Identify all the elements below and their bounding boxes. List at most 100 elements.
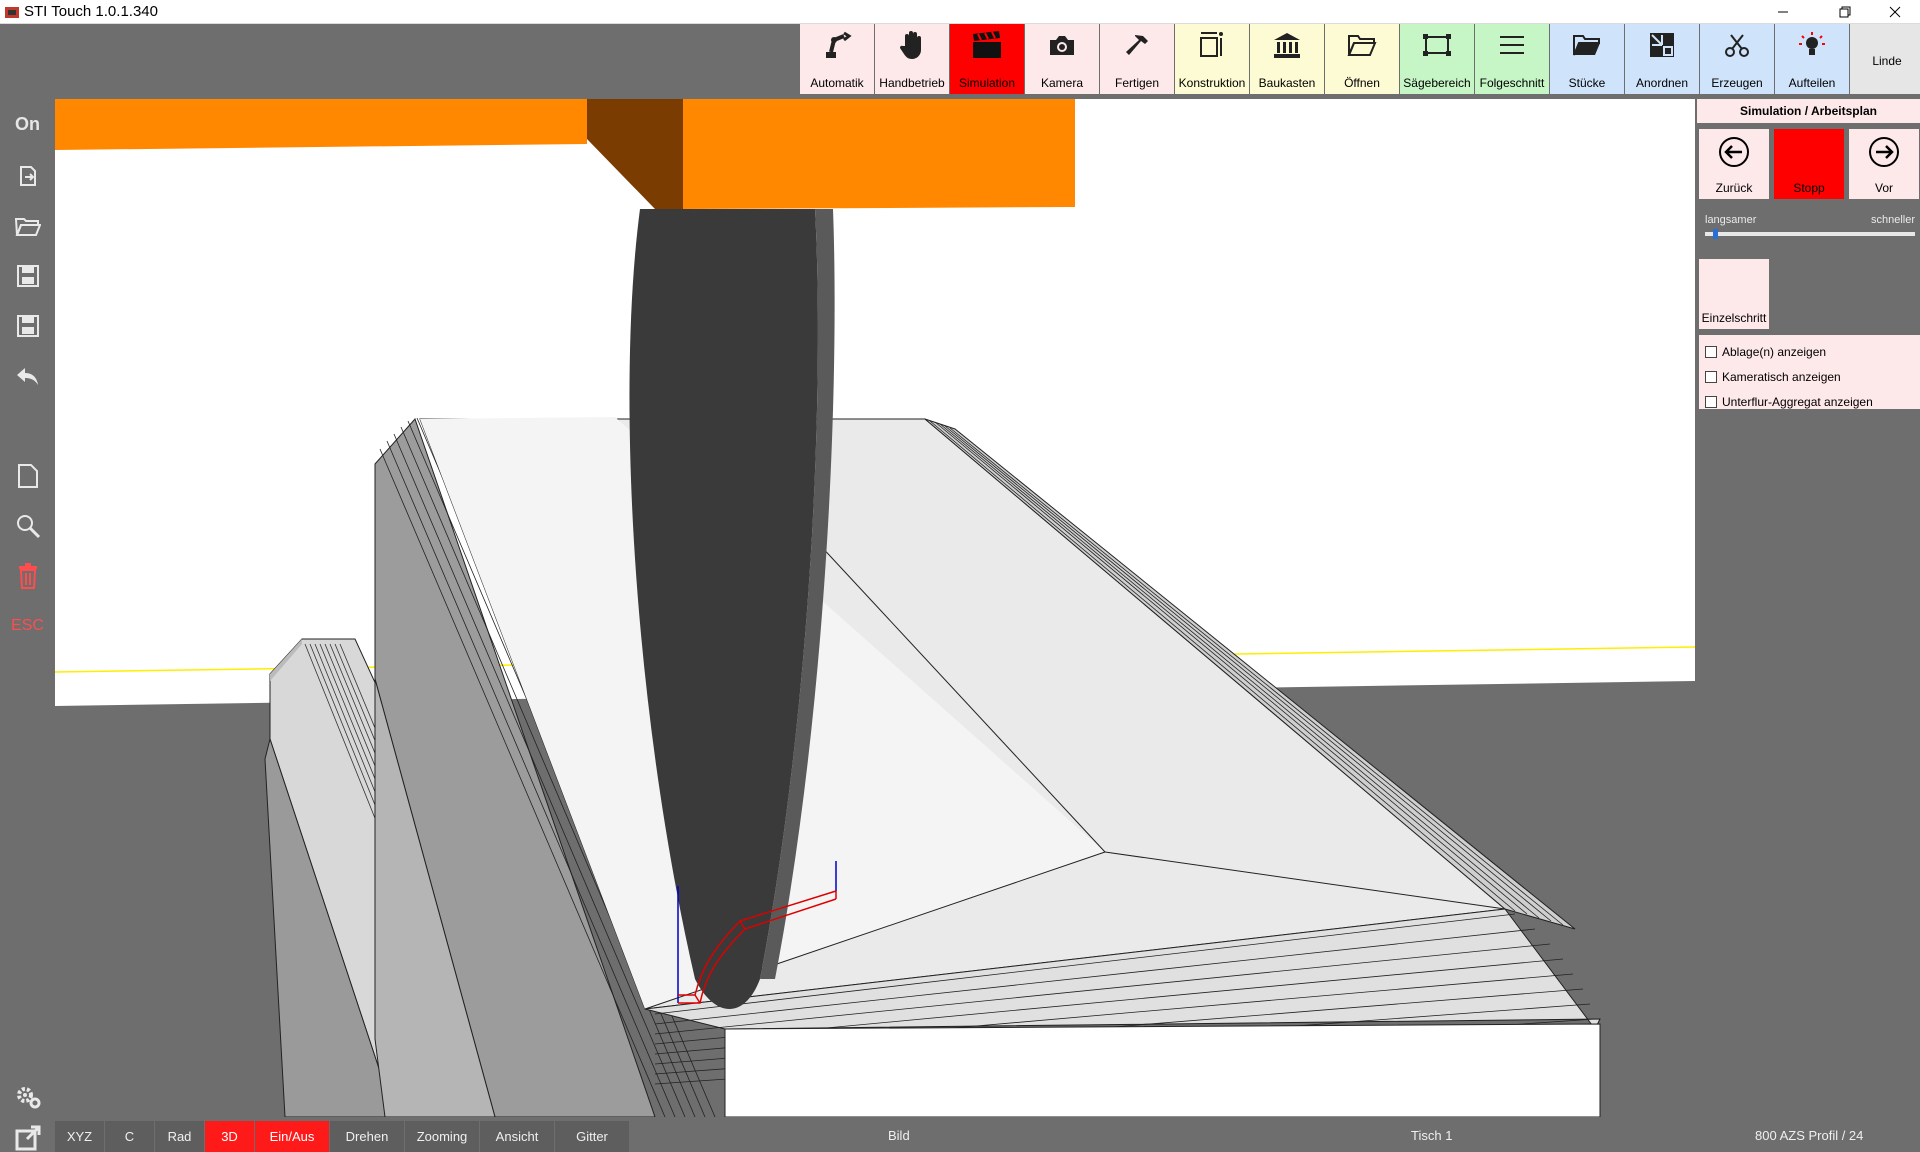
tab-stuecke[interactable]: Stücke [1550, 24, 1625, 94]
forward-label: Vor [1874, 181, 1893, 195]
open-button[interactable] [0, 204, 55, 248]
back-button[interactable]: Zurück [1699, 129, 1769, 199]
right-panel: Simulation / Arbeitsplan Zurück Stopp Vo… [1697, 99, 1920, 1117]
tab-stuecke-label: Stücke [1568, 76, 1606, 90]
rotate-button[interactable]: Drehen [330, 1121, 405, 1152]
simulation-viewport[interactable] [55, 99, 1695, 1117]
checkbox-box[interactable] [1705, 395, 1717, 408]
restore-icon [1839, 6, 1851, 18]
folder-open-icon [14, 218, 41, 236]
search-icon [16, 515, 40, 539]
pieces-folder-icon [1573, 35, 1600, 56]
search-button[interactable] [0, 504, 55, 548]
tab-kamera[interactable]: Kamera [1025, 24, 1100, 94]
tab-aufteilen[interactable]: Aufteilen [1775, 24, 1850, 94]
toggle-onoff-button[interactable]: Ein/Aus [255, 1121, 330, 1152]
forward-button[interactable]: Vor [1849, 129, 1919, 199]
tab-automatik[interactable]: Automatik [800, 24, 875, 94]
close-button[interactable] [1872, 0, 1918, 24]
speed-slider[interactable]: langsamer schneller [1705, 214, 1915, 244]
checkbox-box[interactable] [1705, 370, 1717, 383]
view-3d-label: 3D [221, 1129, 238, 1144]
checkbox-label: Kameratisch anzeigen [1722, 369, 1841, 384]
delete-button[interactable] [0, 554, 55, 598]
save-button[interactable] [0, 254, 55, 298]
external-link-button[interactable] [0, 1116, 55, 1152]
esc-button[interactable]: ESC [0, 604, 55, 648]
tab-konstruktion-label: Konstruktion [1178, 76, 1246, 90]
zoom-button[interactable]: Zooming [405, 1121, 480, 1152]
stop-button[interactable]: Stopp [1774, 129, 1844, 199]
folder-icon [1347, 35, 1377, 56]
tab-aufteilen-label: Aufteilen [1788, 76, 1836, 90]
tab-baukasten[interactable]: Baukasten [1250, 24, 1325, 94]
tab-saegebereich-label: Sägebereich [1403, 76, 1471, 90]
window-title: STI Touch 1.0.1.340 [24, 3, 158, 20]
tab-folgeschnitt[interactable]: Folgeschnitt [1475, 24, 1550, 94]
close-icon [1889, 6, 1901, 18]
tab-simulation[interactable]: Simulation [950, 24, 1025, 94]
checkbox-label: Ablage(n) anzeigen [1722, 344, 1827, 359]
view-rad-button[interactable]: Rad [155, 1121, 205, 1152]
stop-label: Stopp [1793, 181, 1825, 195]
on-button[interactable]: On [0, 102, 55, 146]
save-as-button[interactable] [0, 304, 55, 348]
export-icon [19, 166, 36, 186]
lightbulb-icon [1799, 32, 1825, 55]
tab-baukasten-label: Baukasten [1258, 76, 1316, 90]
tab-fertigen[interactable]: Fertigen [1100, 24, 1175, 94]
tab-erzeugen[interactable]: Erzeugen [1700, 24, 1775, 94]
view-xyz-button[interactable]: XYZ [55, 1121, 105, 1152]
tab-automatik-label: Automatik [810, 76, 864, 90]
checkbox-unterflur[interactable]: Unterflur-Aggregat anzeigen [1699, 389, 1920, 414]
bottom-bar: XYZ C Rad 3D Ein/Aus Drehen Zooming Ansi… [55, 1121, 1920, 1152]
restore-button[interactable] [1822, 0, 1868, 24]
robot-arm-icon [826, 31, 852, 58]
view-c-label: C [124, 1129, 135, 1144]
minimize-button[interactable] [1760, 0, 1806, 24]
tab-fertigen-label: Fertigen [1114, 76, 1160, 90]
arrow-right-icon [1869, 137, 1899, 167]
grid-button[interactable]: Gitter [555, 1121, 630, 1152]
single-step-label: Einzelschritt [1701, 311, 1767, 325]
esc-label: ESC [11, 617, 44, 634]
tab-saegebereich[interactable]: Sägebereich [1400, 24, 1475, 94]
view-c-button[interactable]: C [105, 1121, 155, 1152]
left-sidebar: On ESC [0, 24, 55, 1152]
view-button[interactable]: Ansicht [480, 1121, 555, 1152]
tab-anordnen[interactable]: Anordnen [1625, 24, 1700, 94]
construction-icon [1200, 32, 1223, 57]
checkbox-box[interactable] [1705, 345, 1717, 358]
settings-icon [16, 1087, 40, 1109]
single-step-button[interactable]: Einzelschritt [1699, 259, 1769, 329]
scissors-icon [1725, 34, 1749, 57]
checkbox-ablage[interactable]: Ablage(n) anzeigen [1699, 339, 1920, 364]
slider-thumb[interactable] [1713, 229, 1719, 239]
title-bar: STI Touch 1.0.1.340 [0, 0, 1920, 24]
settings-button[interactable] [0, 1074, 55, 1118]
tab-kamera-label: Kamera [1040, 76, 1084, 90]
tab-linde[interactable]: Linde [1850, 24, 1920, 94]
rotate-label: Drehen [345, 1129, 389, 1144]
building-icon [1274, 33, 1300, 58]
tab-folgeschnitt-label: Folgeschnitt [1479, 76, 1545, 90]
status-image: Bild [888, 1128, 910, 1143]
checkbox-kameratisch[interactable]: Kameratisch anzeigen [1699, 364, 1920, 389]
tab-erzeugen-label: Erzeugen [1711, 76, 1763, 90]
status-table: Tisch 1 [1411, 1128, 1453, 1143]
new-document-button[interactable] [0, 454, 55, 498]
undo-button[interactable] [0, 354, 55, 398]
main-toolbar: Automatik Handbetrieb Simulation Kamera … [800, 24, 1920, 94]
tab-oeffnen[interactable]: Öffnen [1325, 24, 1400, 94]
view-label: Ansicht [495, 1129, 539, 1144]
slider-track[interactable] [1705, 232, 1915, 236]
hand-icon [899, 31, 921, 59]
scene-3d [55, 99, 1695, 1117]
tab-konstruktion[interactable]: Konstruktion [1175, 24, 1250, 94]
export-button[interactable] [0, 154, 55, 198]
on-label: On [15, 113, 40, 134]
back-label: Zurück [1715, 181, 1753, 195]
view-3d-button[interactable]: 3D [205, 1121, 255, 1152]
tab-linde-label: Linde [1872, 54, 1902, 68]
tab-handbetrieb[interactable]: Handbetrieb [875, 24, 950, 94]
